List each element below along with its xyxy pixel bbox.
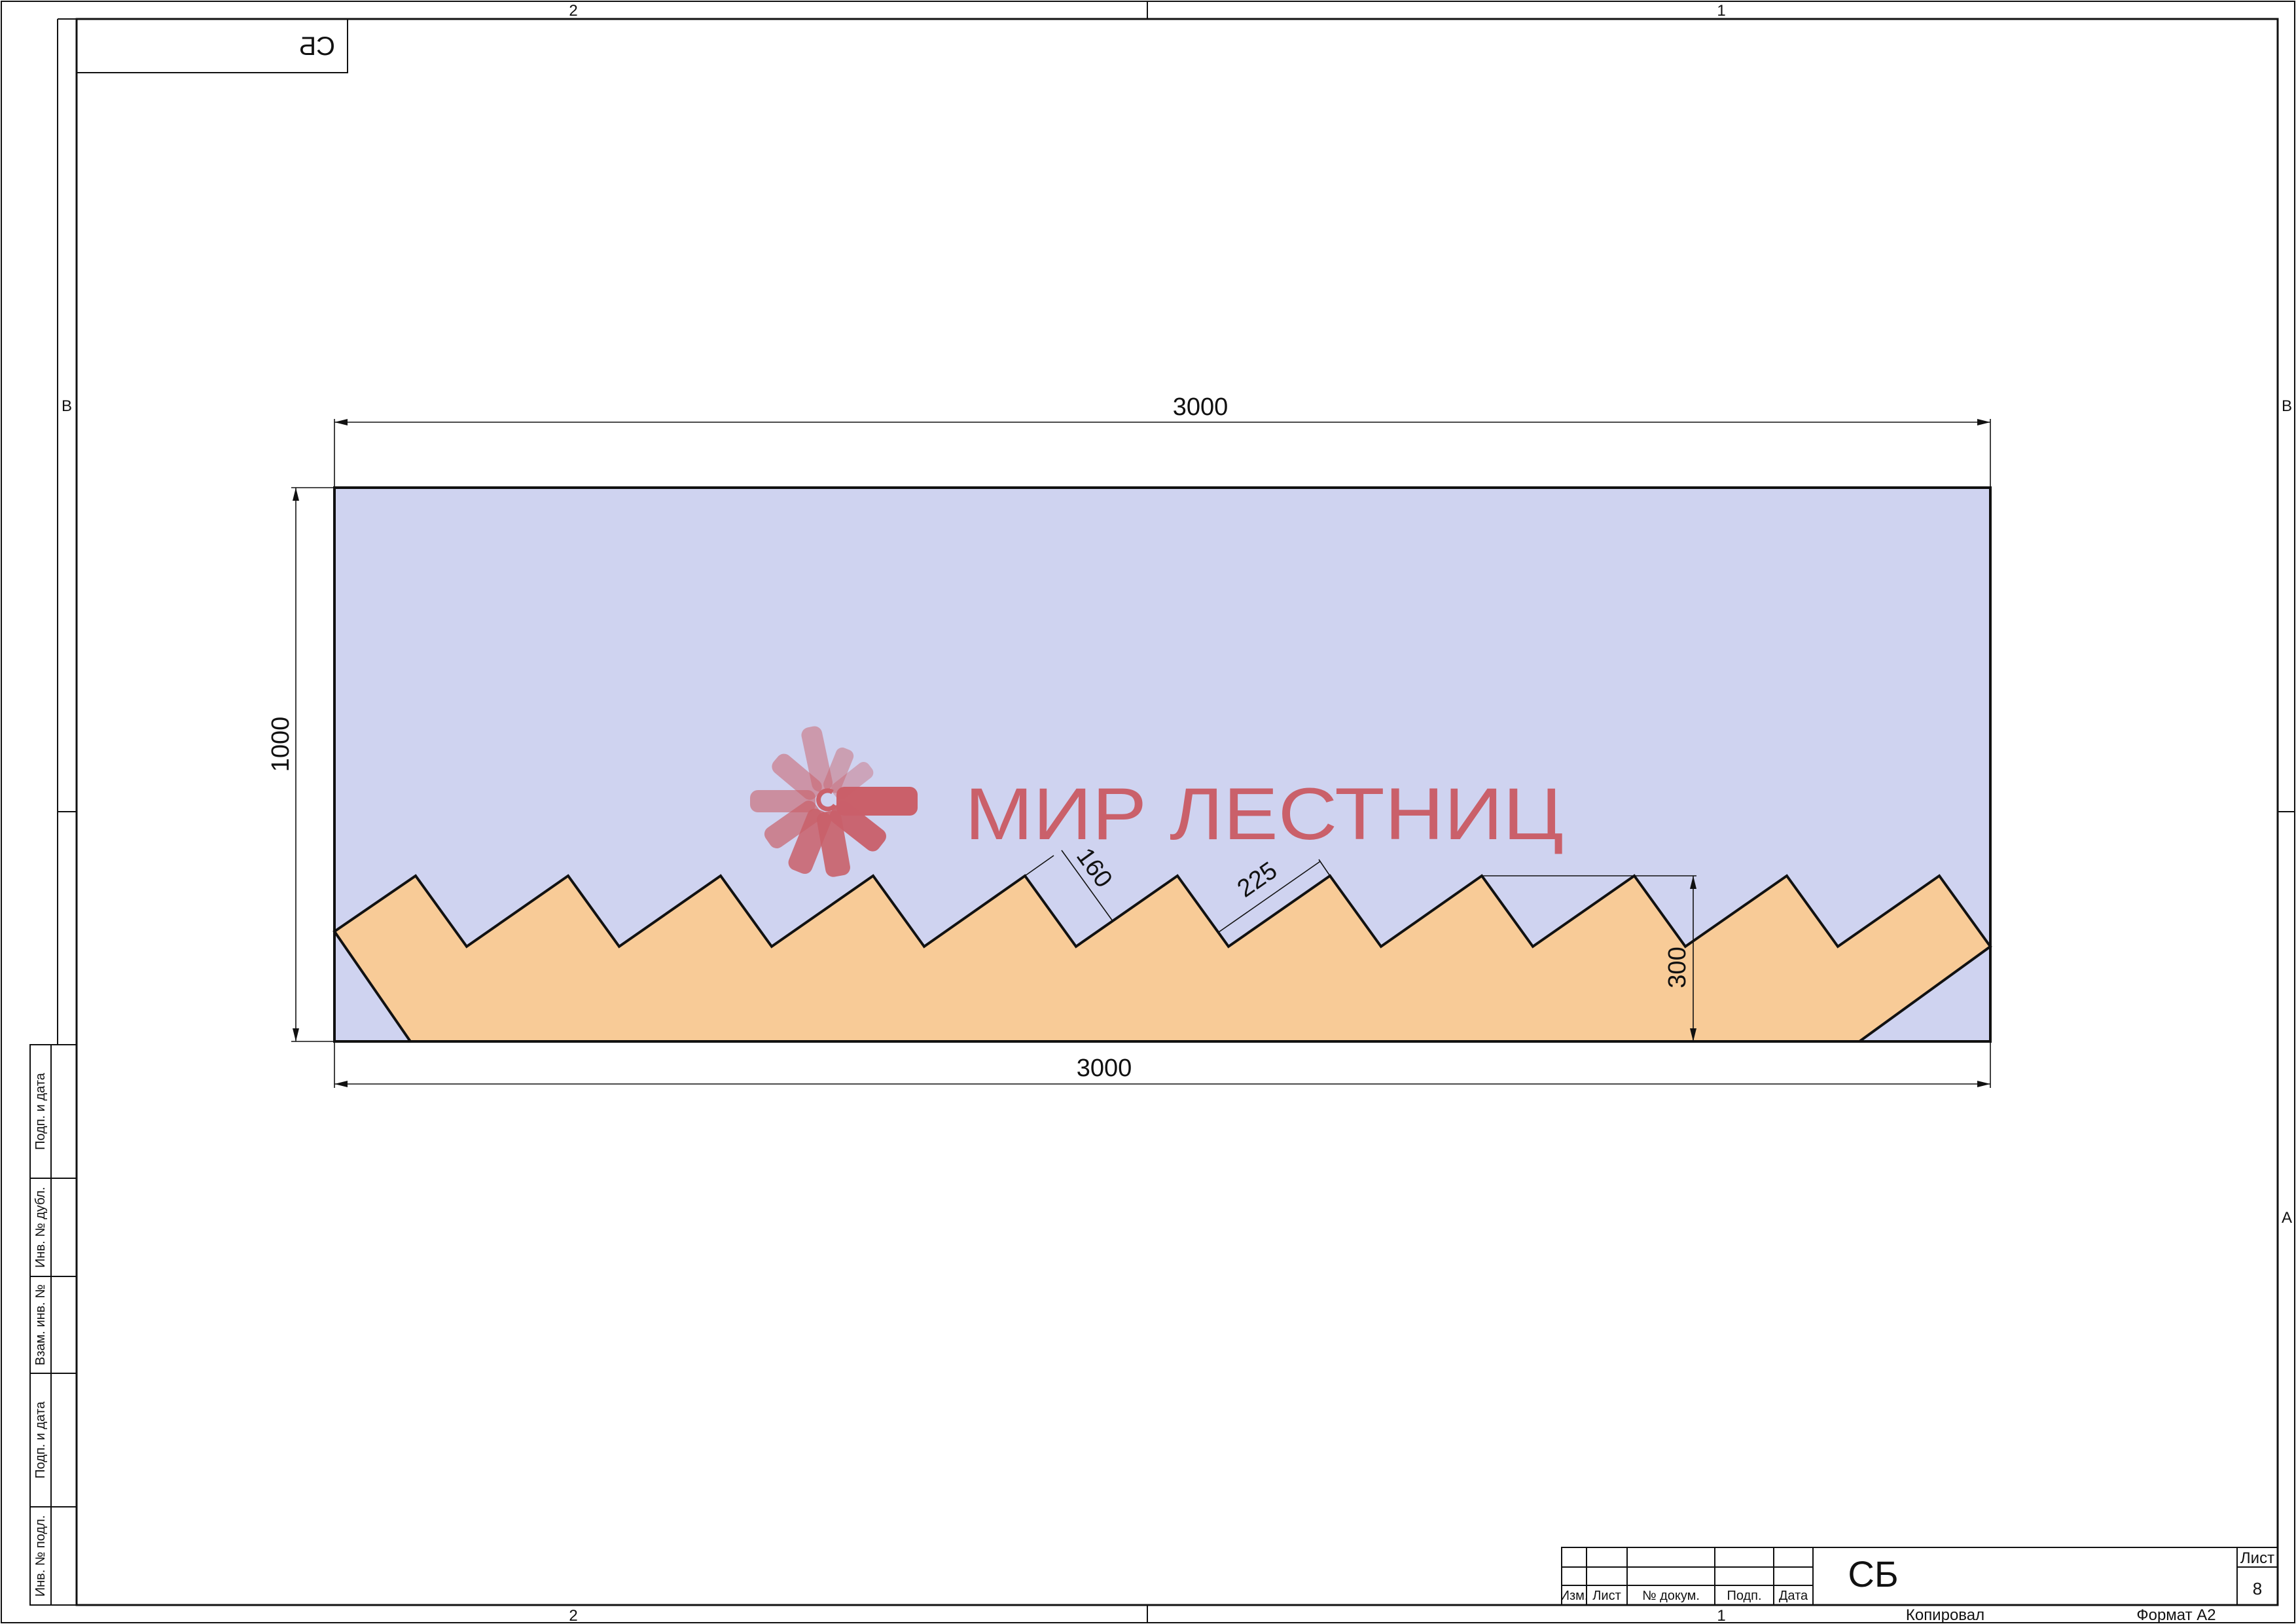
drawing-sheet: 2 1 2 1 В В А СБ Подп. и дата Инв. № дуб… (1, 1, 2295, 1624)
copied-label: Копировал (1906, 1606, 1984, 1624)
dim-tooth-height: 300 (1664, 947, 1691, 988)
side-label-1: Подп. и дата (33, 1072, 48, 1150)
watermark-text: МИР ЛЕСТНИЦ (965, 773, 1564, 855)
designation: СБ (1848, 1553, 1898, 1595)
side-label-4: Подп. и дата (33, 1401, 48, 1479)
title-header-list: Лист (1592, 1589, 1621, 1603)
title-header-sign: Подп. (1727, 1589, 1761, 1603)
title-header-doc: № докум. (1642, 1589, 1700, 1603)
dim-bottom-width: 3000 (1077, 1055, 1132, 1082)
title-header-izm: Изм. (1560, 1589, 1588, 1603)
dim-height: 1000 (267, 717, 295, 772)
zone-bottom-right: 1 (1717, 1607, 1725, 1624)
zone-right-lower: А (2282, 1209, 2292, 1227)
mirrored-stamp-text: СБ (299, 32, 335, 61)
side-table: Подп. и дата Инв. № дубл. Взам. инв. № П… (29, 1044, 77, 1606)
title-header-date: Дата (1779, 1589, 1808, 1603)
zone-bottom-left: 2 (569, 1607, 577, 1624)
mirrored-stamp: СБ (76, 18, 348, 73)
sheet-label: Лист (2240, 1549, 2274, 1567)
title-block: Изм. Лист № докум. Подп. Дата СБ Лист 8 (1560, 1547, 2278, 1606)
side-label-5: Инв. № подл. (33, 1515, 48, 1597)
zone-left-upper: В (62, 397, 72, 415)
zone-top-right: 1 (1717, 2, 1725, 20)
zone-top-left: 2 (569, 2, 577, 20)
dim-top-width: 3000 (1173, 393, 1229, 421)
sheet-number: 8 (2253, 1579, 2262, 1598)
zone-right-upper: В (2282, 397, 2292, 415)
format-label: Формат A2 (2136, 1606, 2215, 1624)
panel-drawing (332, 486, 1992, 1043)
side-label-2: Инв. № дубл. (33, 1187, 48, 1268)
side-label-3: Взам. инв. № (33, 1284, 48, 1365)
